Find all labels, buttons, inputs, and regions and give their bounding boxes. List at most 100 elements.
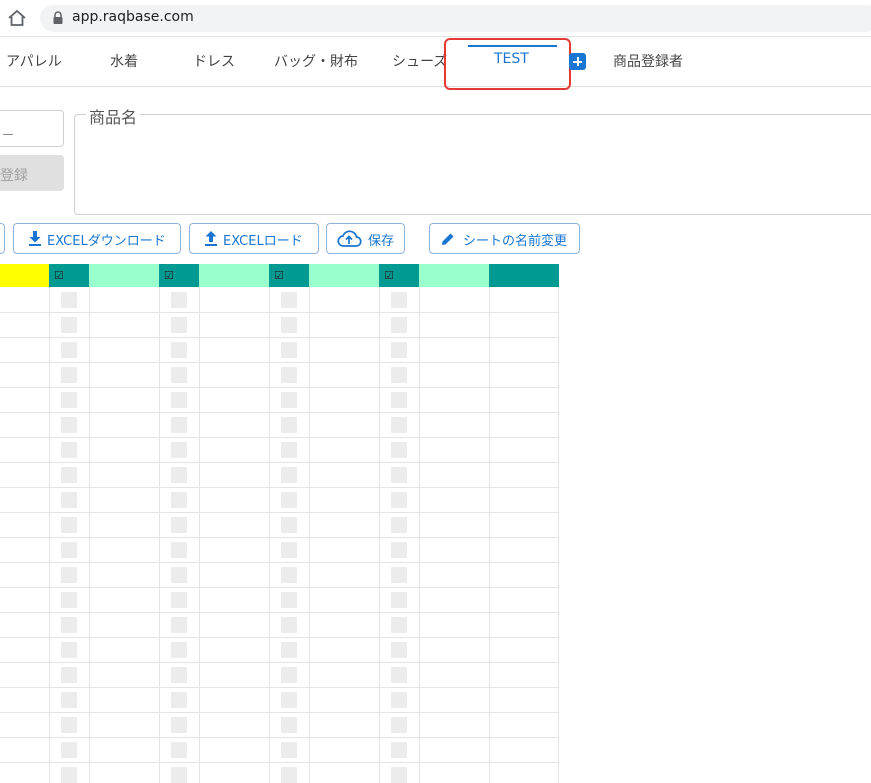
header-cell[interactable] bbox=[0, 264, 49, 287]
tab-product-registrant[interactable]: 商品登録者 bbox=[613, 51, 683, 71]
header-cell[interactable] bbox=[89, 264, 159, 287]
row-checkbox[interactable] bbox=[391, 367, 407, 383]
row-checkbox[interactable] bbox=[171, 592, 187, 608]
row-checkbox[interactable] bbox=[391, 542, 407, 558]
header-checkbox-icon[interactable]: ☑ bbox=[274, 269, 284, 282]
row-checkbox[interactable] bbox=[61, 492, 77, 508]
header-checkbox-icon[interactable]: ☑ bbox=[164, 269, 174, 282]
row-checkbox[interactable] bbox=[391, 592, 407, 608]
row-checkbox[interactable] bbox=[281, 692, 297, 708]
row-checkbox[interactable] bbox=[391, 292, 407, 308]
header-checkbox-icon[interactable]: ☑ bbox=[384, 269, 394, 282]
row-checkbox[interactable] bbox=[281, 317, 297, 333]
row-checkbox[interactable] bbox=[61, 417, 77, 433]
row-checkbox[interactable] bbox=[281, 567, 297, 583]
row-checkbox[interactable] bbox=[281, 592, 297, 608]
row-checkbox[interactable] bbox=[171, 392, 187, 408]
row-checkbox[interactable] bbox=[61, 717, 77, 733]
tab-dress[interactable]: ドレス bbox=[193, 51, 235, 71]
row-checkbox[interactable] bbox=[171, 342, 187, 358]
row-checkbox[interactable] bbox=[171, 367, 187, 383]
row-checkbox[interactable] bbox=[391, 317, 407, 333]
row-checkbox[interactable] bbox=[61, 767, 77, 783]
row-checkbox[interactable] bbox=[281, 617, 297, 633]
row-checkbox[interactable] bbox=[391, 617, 407, 633]
row-checkbox[interactable] bbox=[391, 442, 407, 458]
row-checkbox[interactable] bbox=[61, 617, 77, 633]
row-checkbox[interactable] bbox=[61, 742, 77, 758]
product-name-field[interactable] bbox=[74, 114, 871, 215]
tab-bags-wallets[interactable]: バッグ・財布 bbox=[274, 51, 358, 71]
row-checkbox[interactable] bbox=[171, 517, 187, 533]
row-checkbox[interactable] bbox=[281, 767, 297, 783]
row-checkbox[interactable] bbox=[171, 692, 187, 708]
row-checkbox[interactable] bbox=[61, 642, 77, 658]
tab-swimwear[interactable]: 水着 bbox=[110, 51, 138, 71]
row-checkbox[interactable] bbox=[171, 317, 187, 333]
row-checkbox[interactable] bbox=[61, 592, 77, 608]
row-checkbox[interactable] bbox=[171, 642, 187, 658]
header-cell[interactable] bbox=[199, 264, 269, 287]
row-checkbox[interactable] bbox=[281, 667, 297, 683]
excel-download-button[interactable]: EXCELダウンロード bbox=[13, 223, 181, 254]
header-checkbox-icon[interactable]: ☑ bbox=[54, 269, 64, 282]
row-checkbox[interactable] bbox=[171, 417, 187, 433]
row-checkbox[interactable] bbox=[391, 642, 407, 658]
tab-apparel[interactable]: アパレル bbox=[6, 51, 62, 71]
row-checkbox[interactable] bbox=[61, 367, 77, 383]
row-checkbox[interactable] bbox=[281, 717, 297, 733]
save-button[interactable]: 保存 bbox=[326, 223, 405, 254]
excel-load-button[interactable]: EXCELロード bbox=[189, 223, 319, 254]
row-checkbox[interactable] bbox=[171, 567, 187, 583]
row-checkbox[interactable] bbox=[171, 742, 187, 758]
row-checkbox[interactable] bbox=[281, 492, 297, 508]
row-checkbox[interactable] bbox=[171, 542, 187, 558]
row-checkbox[interactable] bbox=[281, 467, 297, 483]
row-checkbox[interactable] bbox=[171, 492, 187, 508]
row-checkbox[interactable] bbox=[391, 417, 407, 433]
row-checkbox[interactable] bbox=[61, 517, 77, 533]
row-checkbox[interactable] bbox=[281, 542, 297, 558]
row-checkbox[interactable] bbox=[61, 467, 77, 483]
row-checkbox[interactable] bbox=[171, 717, 187, 733]
row-checkbox[interactable] bbox=[171, 292, 187, 308]
row-checkbox[interactable] bbox=[281, 642, 297, 658]
row-checkbox[interactable] bbox=[61, 442, 77, 458]
row-checkbox[interactable] bbox=[61, 692, 77, 708]
row-checkbox[interactable] bbox=[171, 667, 187, 683]
row-checkbox[interactable] bbox=[391, 342, 407, 358]
tab-shoes[interactable]: シューズ bbox=[392, 51, 447, 71]
row-checkbox[interactable] bbox=[61, 292, 77, 308]
row-checkbox[interactable] bbox=[61, 392, 77, 408]
row-checkbox[interactable] bbox=[281, 367, 297, 383]
row-checkbox[interactable] bbox=[281, 742, 297, 758]
row-checkbox[interactable] bbox=[281, 392, 297, 408]
row-checkbox[interactable] bbox=[281, 417, 297, 433]
header-cell[interactable] bbox=[489, 264, 559, 287]
header-cell[interactable] bbox=[309, 264, 379, 287]
rename-sheet-button[interactable]: シートの名前変更 bbox=[429, 223, 580, 254]
row-checkbox[interactable] bbox=[281, 342, 297, 358]
row-checkbox[interactable] bbox=[391, 692, 407, 708]
row-checkbox[interactable] bbox=[171, 617, 187, 633]
row-checkbox[interactable] bbox=[61, 342, 77, 358]
header-cell[interactable] bbox=[419, 264, 489, 287]
row-checkbox[interactable] bbox=[61, 667, 77, 683]
row-checkbox[interactable] bbox=[281, 517, 297, 533]
add-tab-plus-icon[interactable] bbox=[569, 53, 586, 70]
row-checkbox[interactable] bbox=[391, 767, 407, 783]
row-checkbox[interactable] bbox=[391, 492, 407, 508]
row-checkbox[interactable] bbox=[171, 442, 187, 458]
row-checkbox[interactable] bbox=[391, 392, 407, 408]
row-checkbox[interactable] bbox=[391, 667, 407, 683]
row-checkbox[interactable] bbox=[61, 567, 77, 583]
row-checkbox[interactable] bbox=[391, 467, 407, 483]
row-checkbox[interactable] bbox=[391, 567, 407, 583]
row-checkbox[interactable] bbox=[391, 742, 407, 758]
row-checkbox[interactable] bbox=[171, 767, 187, 783]
row-checkbox[interactable] bbox=[391, 717, 407, 733]
row-checkbox[interactable] bbox=[391, 517, 407, 533]
home-icon[interactable] bbox=[6, 8, 28, 28]
row-checkbox[interactable] bbox=[61, 542, 77, 558]
row-checkbox[interactable] bbox=[281, 442, 297, 458]
